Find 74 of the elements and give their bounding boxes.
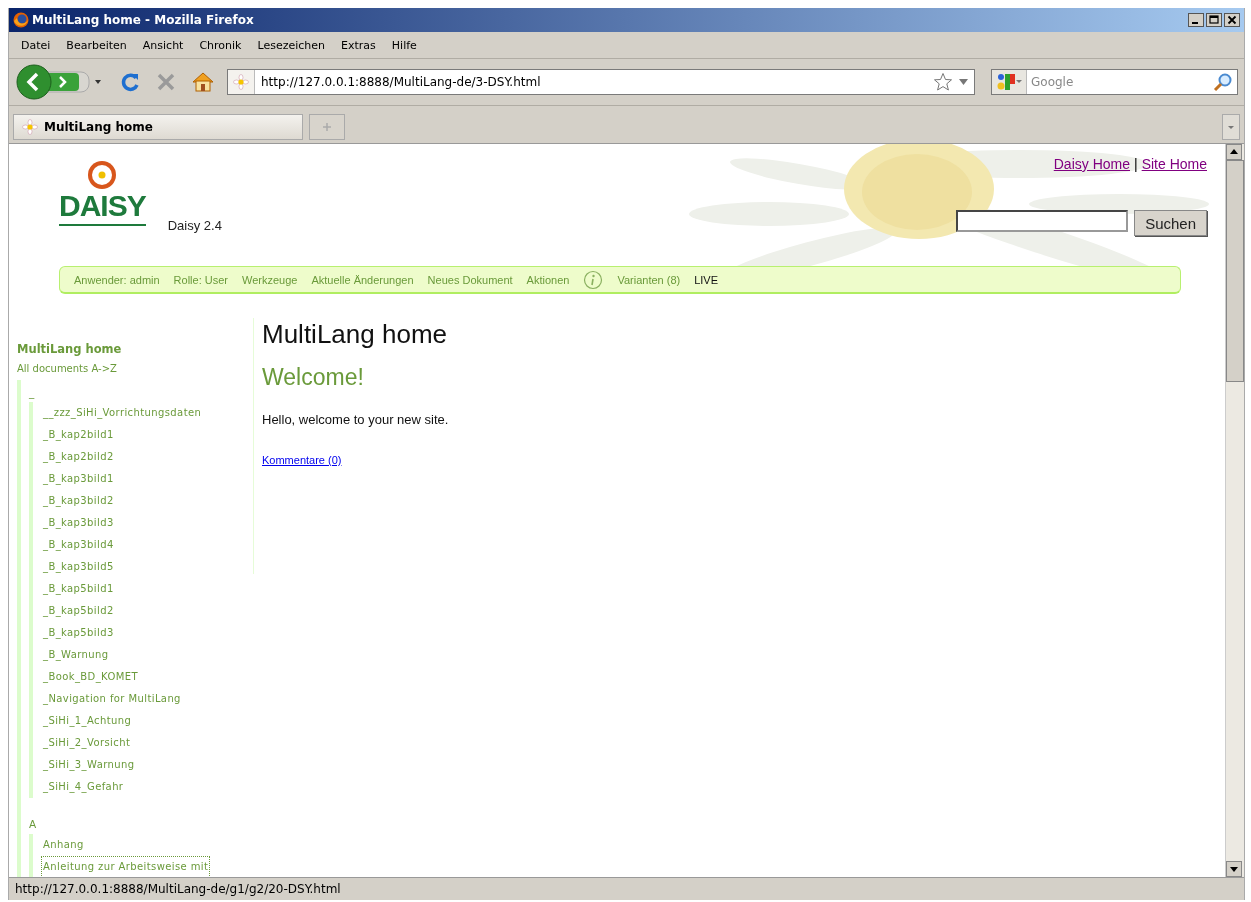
scrollbar[interactable]: [1225, 144, 1244, 877]
scroll-up-icon[interactable]: [1226, 144, 1242, 160]
welcome-text: Hello, welcome to your new site.: [262, 412, 449, 427]
reload-icon[interactable]: [119, 71, 141, 93]
comments-link[interactable]: Kommentare (0): [262, 454, 342, 466]
bookmark-star-icon[interactable]: [933, 72, 953, 92]
user-info: Rolle: User: [173, 273, 228, 286]
browser-tab[interactable]: MultiLang home: [13, 114, 303, 140]
tree-item[interactable]: _SiHi_2_Vorsicht: [41, 732, 133, 754]
tree-item[interactable]: _Navigation for MultiLang: [41, 688, 183, 710]
nav-link[interactable]: Aktuelle Änderungen: [311, 273, 414, 286]
menu-item[interactable]: Lesezeichen: [249, 36, 334, 54]
tree-item[interactable]: _B_kap3bild4: [41, 534, 116, 556]
welcome-heading: Welcome!: [262, 363, 365, 392]
page-heading: MultiLang home: [262, 318, 448, 350]
maximize-icon[interactable]: [1206, 13, 1222, 27]
tree-item[interactable]: _B_kap3bild3: [41, 512, 116, 534]
tree-item[interactable]: _: [29, 382, 35, 402]
menu-item[interactable]: Ansicht: [134, 36, 192, 54]
tree-item[interactable]: _Book_BD_KOMET: [41, 666, 140, 688]
menu-item[interactable]: Datei: [13, 36, 59, 54]
tree-item[interactable]: _B_kap3bild1: [41, 468, 116, 490]
info-icon[interactable]: [583, 269, 604, 290]
browser-logo-icon: [13, 12, 29, 28]
close-icon[interactable]: [1224, 13, 1240, 27]
tree-item[interactable]: _B_kap5bild1: [41, 578, 116, 600]
search-field[interactable]: Google: [1027, 75, 1213, 89]
tree-item[interactable]: A: [29, 814, 37, 834]
user-info: Anwender: admin: [74, 273, 160, 286]
tree-item[interactable]: _B_kap5bild2: [41, 600, 116, 622]
search-field[interactable]: [956, 210, 1129, 232]
sidebar-link[interactable]: All documents A->Z: [17, 358, 253, 380]
sidebar-title[interactable]: MultiLang home: [17, 340, 253, 358]
search-button[interactable]: Suchen: [1134, 210, 1207, 236]
version-label: Daisy 2.4: [167, 218, 222, 233]
nav-link[interactable]: Daisy Home: [1053, 156, 1130, 172]
tree-item[interactable]: _B_kap3bild5: [41, 556, 116, 578]
scroll-down-icon[interactable]: [1226, 861, 1242, 877]
home-icon[interactable]: [191, 71, 215, 93]
tree-item[interactable]: _B_kap3bild2: [41, 490, 116, 512]
minimize-icon[interactable]: [1188, 13, 1204, 27]
tree-item[interactable]: _B_kap2bild2: [41, 446, 116, 468]
menu-item[interactable]: Extras: [333, 36, 384, 54]
dropdown-icon[interactable]: [959, 79, 968, 85]
search-bar[interactable]: Google: [991, 69, 1238, 95]
status-text: http://127.0.0.1:8888/MultiLang-de/g1/g2/20-DSY.html: [15, 882, 341, 896]
link-separator: |: [1134, 156, 1138, 172]
address-field[interactable]: http://127.0.0.1:8888/MultiLang-de/3-DSY.html: [227, 69, 975, 95]
nav-link[interactable]: Aktionen: [526, 273, 570, 286]
nav-link[interactable]: Site Home: [1141, 156, 1207, 172]
tree-item[interactable]: _B_kap5bild3: [41, 622, 116, 644]
tree-item[interactable]: Anleitung zur Arbeitsweise mit: [41, 856, 211, 877]
tree-item[interactable]: __zzz_SiHi_Vorrichtungsdaten: [41, 402, 204, 424]
nav-link[interactable]: Varianten (8): [617, 273, 681, 286]
mode-label: LIVE: [694, 273, 719, 286]
tree-item[interactable]: _B_Warnung: [41, 644, 111, 666]
tree-item[interactable]: _SiHi_4_Gefahr: [41, 776, 126, 798]
nav-link[interactable]: Neues Dokument: [427, 273, 513, 286]
tree-item[interactable]: _SiHi_3_Warnung: [41, 754, 137, 776]
site-icon: [22, 119, 38, 135]
nav-link[interactable]: Werkzeuge: [242, 273, 298, 286]
tree-item[interactable]: Anhang: [41, 834, 86, 856]
menu-item[interactable]: Hilfe: [383, 36, 425, 54]
search-engine-icon[interactable]: [996, 73, 1022, 91]
window-title: MultiLang home - Mozilla Firefox: [32, 13, 254, 27]
tree-item[interactable]: _B_kap2bild1: [41, 424, 116, 446]
tree-item[interactable]: _SiHi_1_Achtung: [41, 710, 134, 732]
menu-item[interactable]: Chronik: [191, 36, 250, 54]
site-icon: [233, 74, 249, 90]
logo-drawing: DAISY: [59, 160, 146, 226]
flower-icon: [87, 160, 118, 190]
scroll-thumb[interactable]: [1226, 160, 1244, 382]
menu-item[interactable]: Bearbeiten: [58, 36, 135, 54]
search-icon[interactable]: [1213, 72, 1233, 92]
